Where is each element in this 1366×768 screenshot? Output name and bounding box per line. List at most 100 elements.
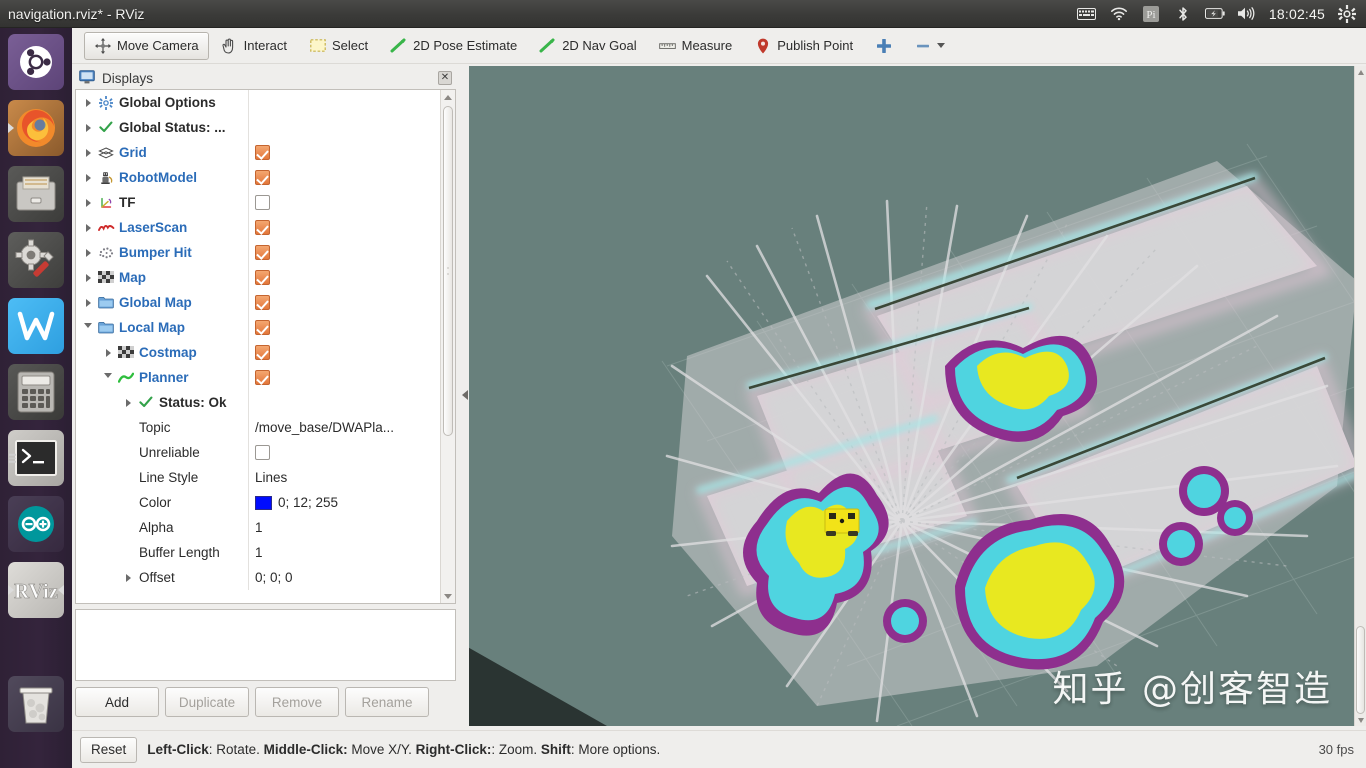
tree-row[interactable]: TF — [76, 190, 440, 215]
tree-row[interactable]: Global Options — [76, 90, 440, 115]
enable-checkbox[interactable] — [255, 345, 270, 360]
expand-arrow-closed-icon[interactable] — [120, 398, 136, 407]
keyboard-icon[interactable] — [1077, 5, 1097, 23]
tree-value-cell[interactable] — [248, 240, 440, 265]
dock-splitter[interactable] — [460, 64, 469, 726]
tree-value-cell[interactable]: 1 — [248, 515, 440, 540]
scroll-down-arrow[interactable] — [1355, 714, 1366, 726]
tool-add[interactable] — [865, 32, 902, 60]
tool-move-camera[interactable]: Move Camera — [84, 31, 209, 60]
enable-checkbox[interactable] — [255, 170, 270, 185]
tool-remove[interactable] — [904, 32, 955, 60]
tree-scroll-thumb[interactable] — [443, 106, 453, 436]
3d-viewport[interactable]: 知乎 @创客智造 — [457, 66, 1354, 726]
pi-icon[interactable]: Pi — [1141, 5, 1161, 23]
tree-row[interactable]: Grid — [76, 140, 440, 165]
launcher-item-firefox[interactable] — [8, 100, 64, 156]
gear-icon[interactable] — [1337, 4, 1357, 23]
tree-value-cell[interactable]: Lines — [248, 465, 440, 490]
expand-arrow-closed-icon[interactable] — [80, 273, 96, 282]
expand-arrow-closed-icon[interactable] — [80, 198, 96, 207]
enable-checkbox[interactable] — [255, 295, 270, 310]
launcher-item-arduino[interactable] — [8, 496, 64, 552]
expand-arrow-closed-icon[interactable] — [80, 298, 96, 307]
tree-row[interactable]: Color 0; 12; 255 — [76, 490, 440, 515]
add-button[interactable]: Add — [75, 687, 159, 717]
tree-value-cell[interactable] — [248, 365, 440, 390]
color-swatch[interactable] — [255, 495, 272, 510]
enable-checkbox[interactable] — [255, 320, 270, 335]
launcher-item-terminal[interactable] — [8, 430, 64, 486]
scroll-up-arrow[interactable] — [1355, 66, 1366, 78]
tree-value-cell[interactable] — [248, 190, 440, 215]
tree-row[interactable]: Bumper Hit — [76, 240, 440, 265]
tree-row[interactable]: Buffer Length 1 — [76, 540, 440, 565]
launcher-item-system-settings[interactable] — [8, 232, 64, 288]
tree-row[interactable]: Topic/move_base/DWAPla... — [76, 415, 440, 440]
tree-row[interactable]: Map — [76, 265, 440, 290]
tool-measure[interactable]: Measure — [649, 32, 743, 60]
tree-value-cell[interactable] — [248, 215, 440, 240]
launcher-item-files[interactable] — [8, 166, 64, 222]
tree-value-cell[interactable]: 0; 12; 255 — [248, 490, 440, 515]
tree-scroll-up[interactable] — [441, 90, 455, 104]
tree-value-cell[interactable] — [248, 290, 440, 315]
rename-button[interactable]: Rename — [345, 687, 429, 717]
launcher-item-calculator[interactable] — [8, 364, 64, 420]
tool-select[interactable]: Select — [299, 32, 378, 60]
tool-2d-pose-estimate[interactable]: 2D Pose Estimate — [380, 32, 527, 60]
tree-row[interactable]: LaserScan — [76, 215, 440, 240]
enable-checkbox[interactable] — [255, 145, 270, 160]
enable-checkbox[interactable] — [255, 245, 270, 260]
tree-row[interactable]: Alpha 1 — [76, 515, 440, 540]
expand-arrow-closed-icon[interactable] — [80, 98, 96, 107]
tree-value-cell[interactable] — [248, 165, 440, 190]
expand-arrow-open-icon[interactable] — [80, 323, 96, 332]
volume-icon[interactable] — [1237, 5, 1257, 23]
reset-button[interactable]: Reset — [80, 736, 138, 763]
expand-arrow-closed-icon[interactable] — [80, 248, 96, 257]
tree-value-cell[interactable] — [248, 140, 440, 165]
tree-row[interactable]: Status: Ok — [76, 390, 440, 415]
launcher-item-ubuntu-dash[interactable] — [8, 34, 64, 90]
tree-row[interactable]: Offset 0; 0; 0 — [76, 565, 440, 590]
expand-arrow-closed-icon[interactable] — [120, 573, 136, 582]
expand-arrow-closed-icon[interactable] — [80, 148, 96, 157]
wifi-icon[interactable] — [1109, 5, 1129, 23]
tool-interact[interactable]: Interact — [211, 32, 297, 60]
tree-value-cell[interactable] — [248, 340, 440, 365]
displays-tree[interactable]: Global Options Global Status: ... Grid Robo… — [75, 89, 456, 604]
enable-checkbox[interactable] — [255, 445, 270, 460]
launcher-item-rviz[interactable]: RViz — [8, 562, 64, 618]
tree-row[interactable]: Global Map — [76, 290, 440, 315]
enable-checkbox[interactable] — [255, 270, 270, 285]
expand-arrow-closed-icon[interactable] — [100, 348, 116, 357]
tree-value-cell[interactable] — [248, 315, 440, 340]
remove-button[interactable]: Remove — [255, 687, 339, 717]
enable-checkbox[interactable] — [255, 370, 270, 385]
enable-checkbox[interactable] — [255, 195, 270, 210]
enable-checkbox[interactable] — [255, 220, 270, 235]
tool-2d-nav-goal[interactable]: 2D Nav Goal — [529, 32, 646, 60]
expand-arrow-closed-icon[interactable] — [80, 123, 96, 132]
viewport-scrollbar[interactable] — [1354, 66, 1366, 726]
close-icon[interactable]: ✕ — [438, 71, 452, 85]
tree-row[interactable]: Unreliable — [76, 440, 440, 465]
chevron-down-icon[interactable] — [937, 43, 946, 48]
tree-row[interactable]: RobotModel — [76, 165, 440, 190]
clock[interactable]: 18:02:45 — [1269, 6, 1325, 22]
expand-arrow-closed-icon[interactable] — [80, 223, 96, 232]
tree-value-cell[interactable]: 0; 0; 0 — [248, 565, 440, 590]
duplicate-button[interactable]: Duplicate — [165, 687, 249, 717]
tree-value-cell[interactable]: /move_base/DWAPla... — [248, 415, 440, 440]
scroll-thumb[interactable] — [1356, 626, 1365, 714]
tree-value-cell[interactable]: 1 — [248, 540, 440, 565]
launcher-item-trash[interactable] — [8, 676, 64, 732]
tree-row[interactable]: Planner — [76, 365, 440, 390]
tree-scroll-down[interactable] — [441, 589, 455, 603]
tree-row[interactable]: Costmap — [76, 340, 440, 365]
battery-icon[interactable] — [1204, 5, 1225, 23]
tool-publish-point[interactable]: Publish Point — [744, 32, 863, 60]
launcher-item-wps-office[interactable] — [8, 298, 64, 354]
expand-arrow-closed-icon[interactable] — [80, 173, 96, 182]
